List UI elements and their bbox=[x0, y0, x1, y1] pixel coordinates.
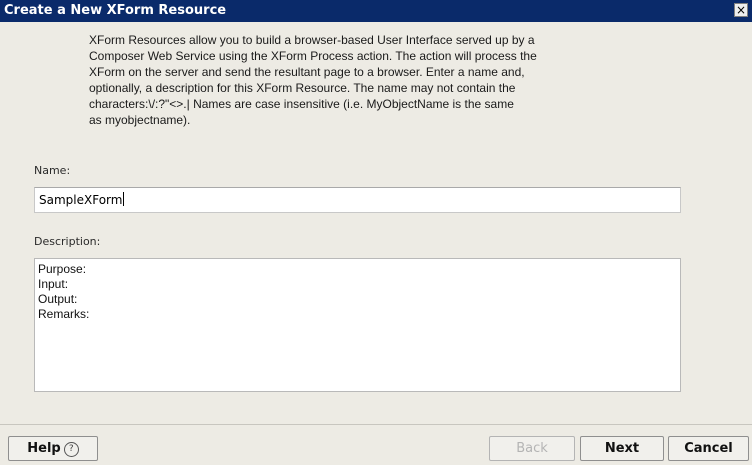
close-button[interactable]: × bbox=[734, 3, 748, 17]
name-input[interactable]: SampleXForm bbox=[34, 187, 681, 213]
back-button[interactable]: Back bbox=[489, 436, 575, 461]
intro-line: characters:\/:?"<>.| Names are case inse… bbox=[89, 97, 514, 111]
intro-line: as myobjectname). bbox=[89, 113, 191, 127]
name-input-value: SampleXForm bbox=[39, 193, 123, 207]
description-line: Purpose: bbox=[38, 262, 87, 276]
description-textarea[interactable]: Purpose: Input: Output: Remarks: bbox=[34, 258, 681, 392]
title-bar[interactable]: Create a New XForm Resource × bbox=[0, 0, 752, 22]
description-line: Input: bbox=[38, 277, 69, 291]
help-button-label: Help bbox=[27, 441, 61, 456]
next-button[interactable]: Next bbox=[580, 436, 664, 461]
button-bar-divider bbox=[0, 424, 752, 425]
description-line: Output: bbox=[38, 292, 78, 306]
description-label: Description: bbox=[34, 235, 101, 248]
text-caret bbox=[123, 192, 125, 206]
intro-line: Composer Web Service using the XForm Pro… bbox=[89, 49, 537, 63]
help-button[interactable]: Help? bbox=[8, 436, 98, 461]
intro-line: optionally, a description for this XForm… bbox=[89, 81, 516, 95]
intro-text: XForm Resources allow you to build a bro… bbox=[89, 32, 689, 128]
create-xform-resource-dialog: Create a New XForm Resource × XForm Reso… bbox=[0, 0, 752, 465]
intro-line: XForm on the server and send the resulta… bbox=[89, 65, 525, 79]
description-line: Remarks: bbox=[38, 307, 90, 321]
name-label: Name: bbox=[34, 164, 71, 177]
intro-line: XForm Resources allow you to build a bro… bbox=[89, 33, 535, 47]
help-icon: ? bbox=[63, 442, 79, 457]
dialog-title: Create a New XForm Resource bbox=[4, 3, 227, 18]
close-icon: × bbox=[735, 3, 747, 17]
cancel-button[interactable]: Cancel bbox=[668, 436, 749, 461]
